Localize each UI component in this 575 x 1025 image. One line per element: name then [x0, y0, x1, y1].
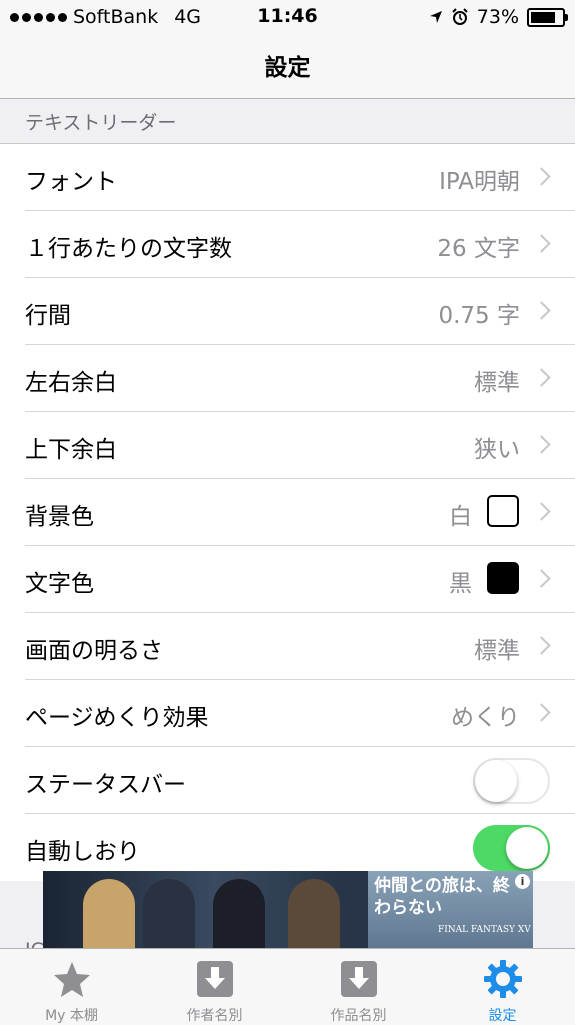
row-vertical-margin[interactable]: 上下余白 狭い — [0, 412, 575, 479]
tab-label: 作者名別 — [186, 1008, 243, 1024]
ad-logo: FINAL FANTASY XV — [438, 925, 531, 935]
row-value: 26 文字 — [437, 236, 520, 262]
chevron-right-icon — [532, 435, 551, 454]
chevron-right-icon — [532, 636, 551, 655]
color-swatch — [487, 495, 519, 527]
settings-table: フォント IPA明朝 １行あたりの文字数 26 文字 行間 0.75 字 左右余… — [0, 143, 575, 881]
row-horizontal-margin[interactable]: 左右余白 標準 — [0, 345, 575, 412]
ad-headline: 仲間との旅は、終わらない — [374, 876, 510, 918]
tab-label: 設定 — [488, 1008, 517, 1024]
row-label: 行間 — [25, 303, 71, 329]
tab-label: 作品名別 — [330, 1008, 387, 1024]
ad-character-image — [288, 879, 340, 948]
row-chars-per-line[interactable]: １行あたりの文字数 26 文字 — [0, 211, 575, 278]
row-page-turn-effect[interactable]: ページめくり効果 めくり — [0, 680, 575, 747]
gear-icon — [484, 960, 522, 998]
download-icon — [197, 961, 233, 997]
row-line-spacing[interactable]: 行間 0.75 字 — [0, 278, 575, 345]
chevron-right-icon — [532, 234, 551, 253]
row-label: 背景色 — [25, 504, 94, 530]
tab-bar: My 本棚 作者名別 作品名別 設定 — [0, 948, 575, 1025]
page-title: 設定 — [264, 55, 311, 81]
info-icon[interactable]: i — [515, 874, 530, 889]
tab-by-title[interactable]: 作品名別 — [287, 949, 430, 1025]
ad-character-image — [213, 879, 265, 948]
row-brightness[interactable]: 画面の明るさ 標準 — [0, 613, 575, 680]
row-value: 標準 — [474, 370, 520, 396]
row-status-bar: ステータスバー — [0, 747, 575, 814]
chevron-right-icon — [532, 301, 551, 320]
row-font[interactable]: フォント IPA明朝 — [0, 144, 575, 211]
row-value: 0.75 字 — [438, 303, 520, 329]
row-label: 文字色 — [25, 571, 94, 597]
chevron-right-icon — [532, 167, 551, 186]
ad-character-image — [143, 879, 195, 948]
chevron-right-icon — [532, 368, 551, 387]
row-label: 画面の明るさ — [25, 638, 163, 664]
row-label: 左右余白 — [25, 370, 117, 396]
chevron-right-icon — [532, 569, 551, 588]
status-right: 73% — [429, 6, 568, 28]
row-label: フォント — [25, 169, 117, 195]
row-value: 黒 — [449, 571, 472, 597]
row-label: ページめくり効果 — [25, 705, 209, 731]
row-value: 狭い — [474, 437, 520, 463]
location-icon — [429, 11, 442, 23]
row-value: めくり — [451, 705, 520, 731]
section-header: テキストリーダー — [25, 112, 177, 134]
download-icon — [341, 961, 377, 997]
chevron-right-icon — [532, 502, 551, 521]
row-background-color[interactable]: 背景色 白 — [0, 479, 575, 546]
alarm-icon — [452, 8, 468, 25]
ad-character-image — [83, 879, 135, 948]
tab-my-bookshelf[interactable]: My 本棚 — [0, 949, 143, 1025]
row-text-color[interactable]: 文字色 黒 — [0, 546, 575, 613]
navigation-bar: 設定 — [0, 34, 575, 99]
ad-text-panel: 仲間との旅は、終わらない FINAL FANTASY XV i — [368, 871, 533, 948]
toggle-knob — [506, 827, 548, 869]
chevron-right-icon — [532, 703, 551, 722]
row-label: ステータスバー — [25, 772, 186, 798]
star-icon — [54, 962, 90, 997]
status-bar: SoftBank 4G 11:46 73% — [0, 0, 575, 34]
row-label: 上下余白 — [25, 437, 117, 463]
row-value: IPA明朝 — [439, 169, 520, 195]
ad-banner[interactable]: 仲間との旅は、終わらない FINAL FANTASY XV i — [43, 871, 533, 948]
tab-label: My 本棚 — [45, 1008, 98, 1024]
battery-icon — [527, 7, 568, 27]
row-value: 標準 — [474, 638, 520, 664]
row-value: 白 — [449, 504, 472, 530]
tab-settings[interactable]: 設定 — [431, 949, 574, 1025]
status-bar-toggle[interactable] — [473, 758, 550, 804]
row-label: 自動しおり — [25, 839, 140, 865]
tab-by-author[interactable]: 作者名別 — [143, 949, 286, 1025]
auto-bookmark-toggle[interactable] — [473, 825, 550, 871]
color-swatch — [487, 562, 519, 594]
battery-percent: 73% — [476, 6, 519, 28]
toggle-knob — [475, 760, 517, 802]
row-label: １行あたりの文字数 — [25, 236, 232, 262]
